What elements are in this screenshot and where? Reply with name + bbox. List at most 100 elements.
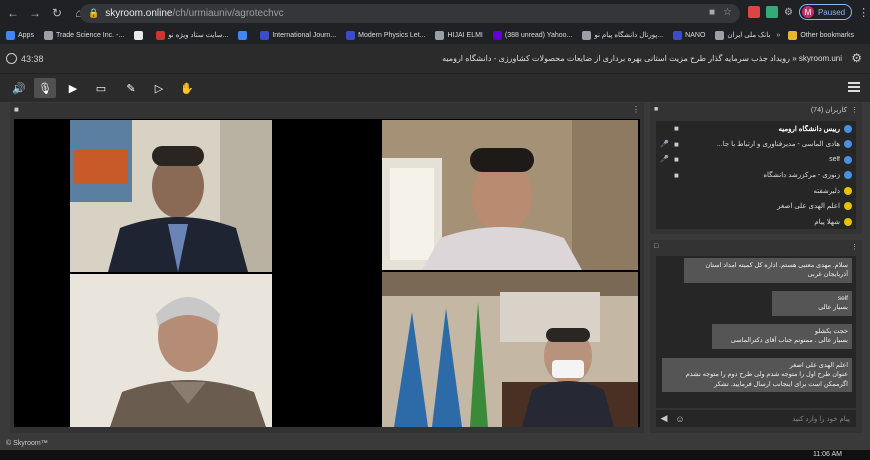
bookmark-item[interactable]: International Journ... [260, 30, 336, 40]
emoji-icon[interactable]: ☺ [672, 414, 688, 424]
video-tile[interactable] [382, 120, 638, 270]
bookmark-favicon-icon [435, 30, 445, 40]
screen-share-icon[interactable]: ▭ [90, 78, 112, 98]
user-row[interactable]: دلیرشفته [656, 183, 856, 199]
bookmark-label: Modern Physics Let... [358, 31, 426, 39]
bookmark-label: بانک ملی ایران [727, 32, 771, 39]
video-tile[interactable] [382, 272, 638, 427]
video-tile[interactable] [70, 274, 272, 427]
extension-icon[interactable] [766, 6, 778, 18]
users-panel: ■ کاربران (74) ⋮ ■ رییس دانشگاه ارومیه 🎤 ■ ه… [650, 103, 862, 234]
panel-options-icon[interactable]: ⋮ [851, 243, 858, 251]
mic-icon: 🎤 [660, 156, 669, 164]
bookmark-favicon-icon [6, 30, 15, 40]
user-row[interactable]: اعلم الهدی علی اصغر [656, 199, 856, 215]
mic-muted-icon[interactable]: 🎙 [34, 78, 56, 98]
panel-options-icon[interactable]: ⋮ [632, 105, 640, 114]
raise-hand-icon[interactable]: ✋ [176, 78, 198, 98]
back-icon[interactable]: ← [4, 4, 22, 22]
bookmark-label: HIJAI ELMI [447, 31, 483, 39]
url-path: /ch/urmiauniv/agrotechvc [172, 8, 284, 19]
user-row[interactable]: 🎤 ■ self [656, 152, 856, 168]
url-host: skyroom.online [105, 8, 173, 19]
video-tile[interactable] [70, 120, 272, 272]
bookmark-item[interactable]: پورتال دانشگاه پیام نو... [582, 30, 664, 40]
os-taskbar: 11:06 AM [0, 450, 870, 460]
panel-options-icon[interactable]: ⋮ [851, 106, 858, 114]
reload-icon[interactable]: ↻ [48, 4, 66, 22]
speaker-icon[interactable]: 🔊 [8, 78, 30, 98]
users-panel-title: کاربران (74) [810, 106, 847, 114]
user-icon [844, 140, 852, 149]
forward-icon[interactable]: → [26, 4, 44, 22]
address-bar[interactable]: 🔒 skyroom.online /ch/urmiauniv/agrotechv… [80, 4, 740, 23]
profile-paused-button[interactable]: M Paused [798, 4, 853, 20]
other-bookmarks[interactable]: Other bookmarks [788, 30, 854, 40]
user-list: ■ رییس دانشگاه ارومیه 🎤 ■ هادی الماسی - مدیر… [656, 121, 856, 229]
user-icon [844, 202, 852, 211]
user-name: هادی الماسی - مدیرفناوری و ارتباط با جا.… [716, 141, 840, 149]
camera-icon[interactable]: ▶ [62, 78, 84, 98]
whiteboard-icon[interactable]: ✎ [120, 78, 142, 98]
chat-panel: □ ⋮ سلام. مهدی معتبی هستم. اداره کل کمیت… [650, 240, 862, 433]
user-row[interactable]: ■ زنوزی - مرکزرشد دانشگاه [656, 168, 856, 184]
app-footer: © Skyroom™ [0, 436, 870, 450]
bookmark-item[interactable]: سایت ستاد ویژه نو... [156, 30, 228, 40]
video-panel-icon: ■ [14, 105, 19, 114]
media-icon[interactable]: ▷ [148, 78, 170, 98]
bookmark-item[interactable]: Apps [6, 30, 34, 40]
bookmark-label: Apps [18, 31, 34, 39]
chevron-more-icon[interactable]: » [776, 32, 780, 39]
lock-icon: 🔒 [88, 8, 100, 18]
send-icon[interactable]: ◀ [656, 413, 672, 424]
bookmark-favicon-icon [715, 30, 725, 40]
session-timer: 43:38 [6, 53, 44, 64]
bookmark-favicon-icon [134, 30, 144, 40]
camera-icon: ■ [674, 170, 679, 180]
bookmark-item[interactable]: HIJAI ELMI [435, 30, 483, 40]
bookmark-favicon-icon [260, 30, 270, 40]
bookmark-item[interactable]: Trade Science Inc. -... [43, 30, 125, 40]
browser-chrome: ← → ↻ ⌂ 🔒 skyroom.online /ch/urmiauniv/a… [0, 0, 870, 44]
bookmarks-bar: Apps Trade Science Inc. -... سایت ستاد ویژ… [0, 26, 870, 44]
bookmark-item[interactable]: Modern Physics Let... [346, 30, 426, 40]
bookmark-item[interactable]: NANO [673, 30, 705, 40]
camera-icon: ■ [674, 124, 679, 134]
user-icon [844, 124, 852, 133]
camera-blocked-icon[interactable]: ■ [709, 7, 715, 18]
star-icon[interactable]: ☆ [723, 7, 732, 18]
menu-icon[interactable] [848, 82, 860, 94]
bookmark-favicon-icon [673, 30, 683, 40]
extension-icon[interactable] [748, 6, 760, 18]
video-panel: ■ ⋮ [10, 103, 644, 433]
bookmark-item[interactable]: بانک ملی ایران [715, 30, 771, 40]
bookmark-favicon-icon [156, 30, 166, 40]
bookmark-item[interactable]: (388 unread) Yahoo... [492, 30, 573, 40]
user-row[interactable]: 🎤 ■ هادی الماسی - مدیرفناوری و ارتباط با ج… [656, 137, 856, 153]
participant-video [382, 272, 638, 427]
bookmark-label: پورتال دانشگاه پیام نو... [594, 32, 664, 39]
chat-text: بسیار عالی . ممنونم جناب آقای دکترالماسی [730, 337, 848, 345]
chat-sender: اعلم الهدی علی اصغر [789, 362, 848, 369]
chat-input[interactable]: ◀ ☺ پیام خود را وارد کنید [656, 410, 856, 427]
puzzle-icon[interactable]: ⚙ [784, 7, 793, 18]
bookmark-favicon-icon [492, 30, 502, 40]
participant-video [70, 274, 272, 427]
chat-text: بسیار عالی [818, 304, 848, 312]
user-row[interactable]: ■ رییس دانشگاه ارومیه [656, 121, 856, 137]
chat-sender: self [837, 295, 848, 302]
bookmark-item[interactable] [238, 30, 250, 40]
video-grid [14, 119, 640, 427]
user-row[interactable]: شهلا پیام [656, 214, 856, 230]
chat-message: self بسیار عالی [772, 291, 852, 316]
kebab-menu-icon[interactable]: ⋮ [858, 6, 869, 19]
chat-panel-icon: □ [654, 243, 659, 250]
participant-video [70, 120, 272, 272]
bookmark-label: Trade Science Inc. -... [55, 31, 125, 39]
settings-gear-icon[interactable]: ⚙ [851, 51, 862, 65]
clock-icon [6, 53, 17, 64]
chat-messages[interactable]: سلام. مهدی معتبی هستم. اداره کل کمیته ام… [656, 256, 856, 408]
user-name: شهلا پیام [814, 218, 840, 226]
bookmark-label: (388 unread) Yahoo... [504, 31, 573, 39]
bookmark-item[interactable] [134, 30, 146, 40]
